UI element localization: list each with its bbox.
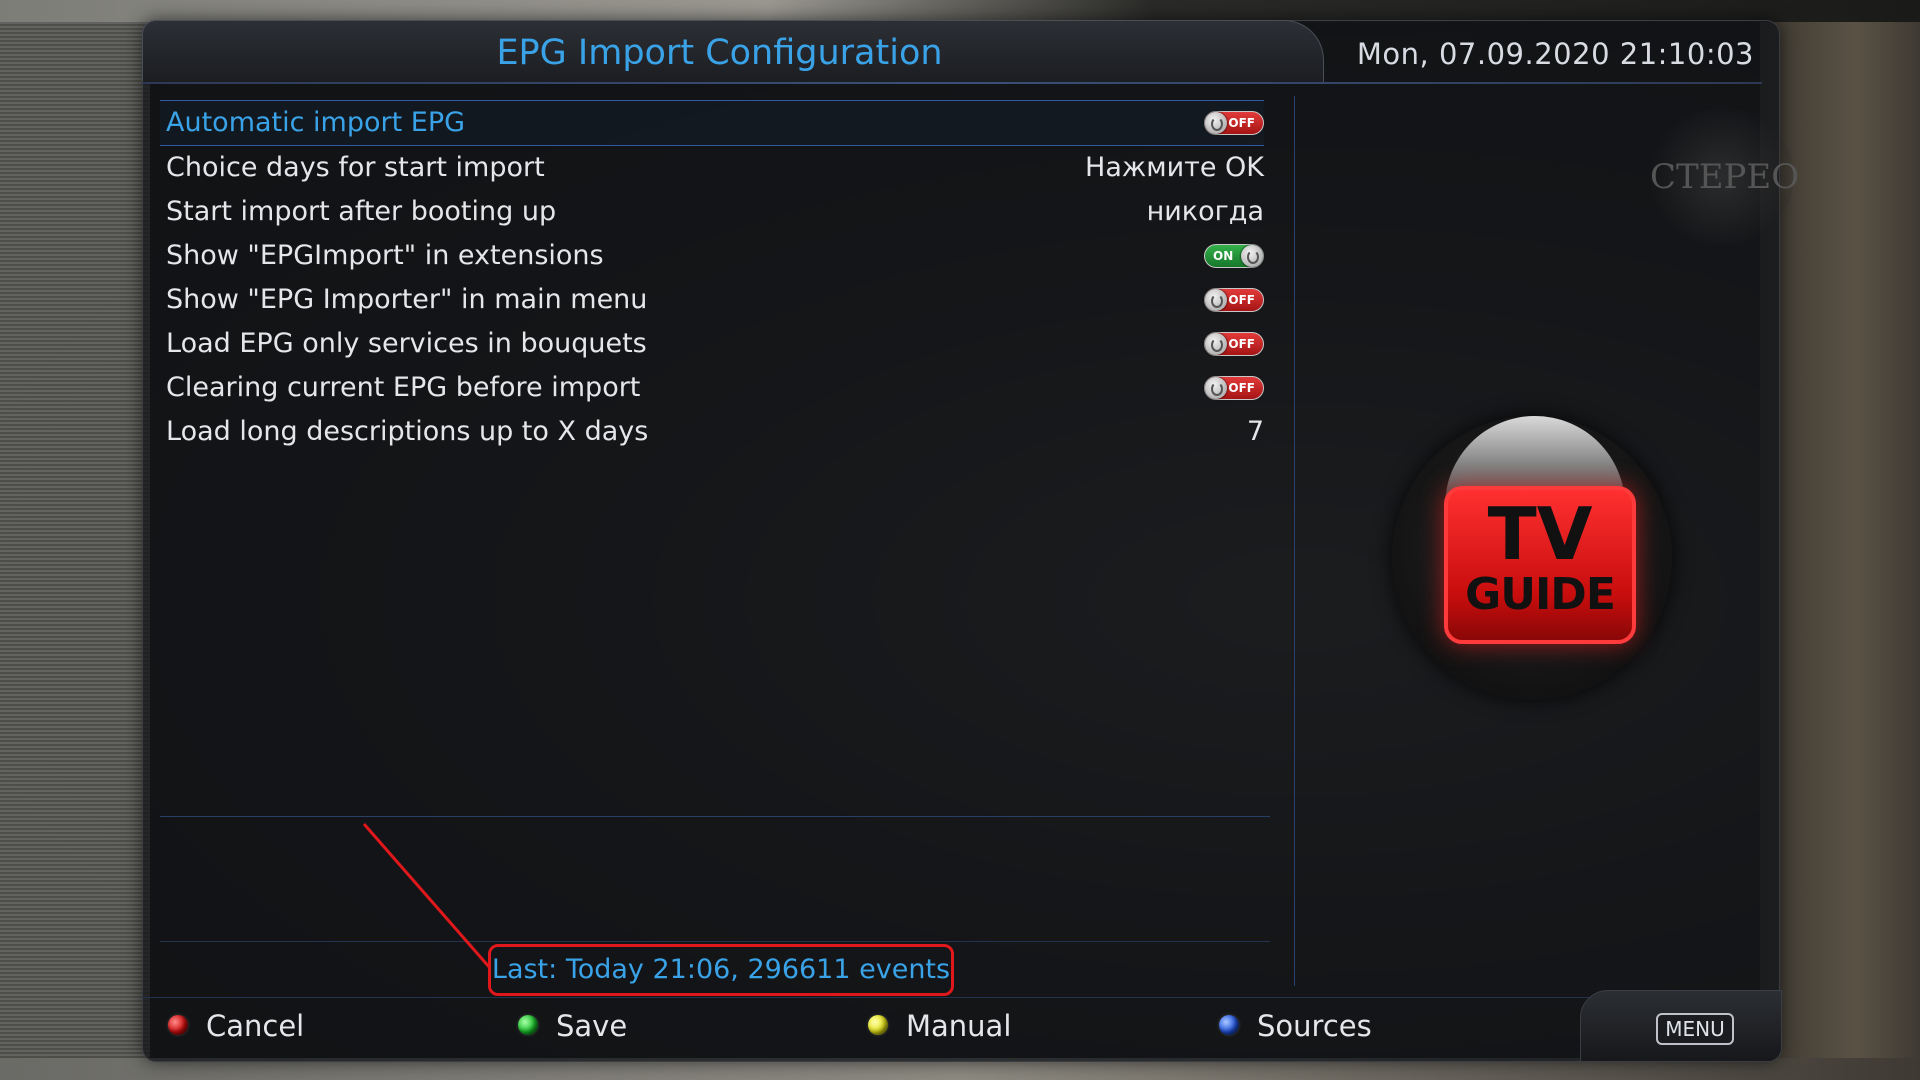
- yellow-key-icon: [868, 1015, 888, 1035]
- sources-button[interactable]: Sources: [1219, 1004, 1372, 1048]
- cancel-button[interactable]: Cancel: [168, 1004, 304, 1048]
- red-key-icon: [168, 1015, 188, 1035]
- blue-key-icon: [1219, 1015, 1239, 1035]
- last-import-status: Last: Today 21:06, 296611 events: [488, 944, 954, 996]
- manual-button[interactable]: Manual: [868, 1004, 1011, 1048]
- menu-button[interactable]: MENU: [1656, 1013, 1734, 1045]
- green-key-icon: [518, 1015, 538, 1035]
- save-button[interactable]: Save: [518, 1004, 627, 1048]
- tv-guide-logo: TV GUIDE: [1444, 486, 1636, 644]
